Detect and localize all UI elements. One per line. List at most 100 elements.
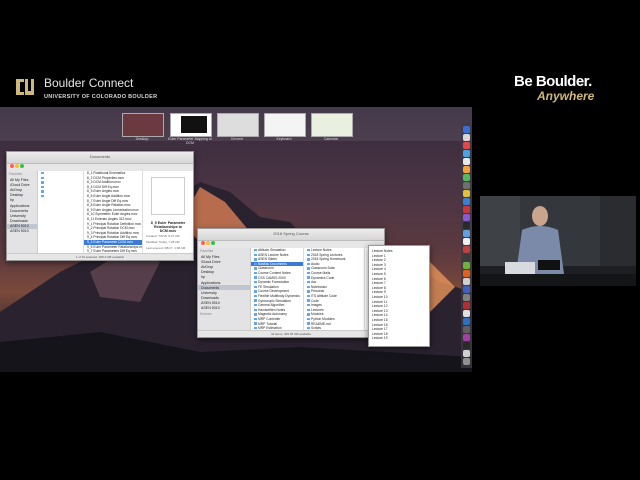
- folder-row-label: Classroom: [258, 266, 274, 271]
- folder-row-label: FE Simulation: [258, 284, 279, 289]
- finder-window-course[interactable]: 2018 Spring Course Favorites All My File…: [197, 228, 385, 338]
- dock-app-icon[interactable]: [463, 318, 470, 325]
- dock-app-icon[interactable]: [463, 270, 470, 277]
- folder-icon: [254, 276, 257, 279]
- finder-column-1[interactable]: [38, 171, 84, 254]
- file-row-label: Lecture 12: [372, 304, 388, 309]
- dock-app-icon[interactable]: [463, 126, 470, 133]
- dock-app-icon[interactable]: [463, 190, 470, 197]
- space-thumbnail[interactable]: [122, 113, 164, 137]
- folder-row-label: Images: [311, 303, 322, 308]
- file-row-label: Lecture 14: [372, 313, 388, 318]
- dock-app-icon[interactable]: [463, 142, 470, 149]
- folder-icon: [307, 248, 310, 252]
- dock-app-icon[interactable]: [463, 206, 470, 213]
- folder-icon: [307, 258, 310, 261]
- file-row[interactable]: [38, 194, 83, 199]
- file-row-label: 8_9 Euler Angles Linearization.mov: [87, 207, 139, 212]
- dock-app-icon[interactable]: [463, 302, 470, 309]
- folder-row-label: README.md: [311, 321, 331, 326]
- dock-app-icon[interactable]: [463, 262, 470, 269]
- dock-app-icon[interactable]: [463, 174, 470, 181]
- file-row-label: Lecture 17: [372, 327, 388, 332]
- dock-app-icon[interactable]: [463, 214, 470, 221]
- folder-row-label: doc: [311, 280, 317, 285]
- dock-app-icon[interactable]: [463, 182, 470, 189]
- file-row-label: Lecture 3: [372, 262, 386, 267]
- folder-row-label: Course Development: [258, 289, 289, 294]
- space-label: Chrome: [230, 137, 244, 141]
- file-row-label: 8_11 Eulerian Angles 312.mov: [87, 216, 132, 221]
- dock-app-icon[interactable]: [463, 222, 470, 229]
- dock-app-icon[interactable]: [463, 326, 470, 333]
- file-row-label: Lecture 4: [372, 267, 386, 272]
- dock-app-icon[interactable]: [463, 238, 470, 245]
- file-row-label: Lecture 1: [372, 253, 386, 258]
- folder-row-label: Attitude Simulation: [258, 248, 286, 252]
- file-row-label: 8_4 DCM Diff Eq.mov: [87, 184, 119, 189]
- file-row-label: Lecture 15: [372, 317, 388, 322]
- finder-column-2[interactable]: Lecture Notes 2018 Spring Lectures 2018 Sp…: [304, 248, 365, 331]
- file-preview-pane: 8_5 Euler Parameter Relationships to DCM…: [143, 171, 193, 254]
- file-row-label: Lecture 16: [372, 322, 388, 327]
- finder-window-partial[interactable]: Lecture Notes Lecture 1 Lecture 2 Lecture 3…: [368, 245, 430, 347]
- window-titlebar[interactable]: Documents: [7, 152, 193, 168]
- dock-app-icon[interactable]: [463, 350, 470, 357]
- dock-app-icon[interactable]: [463, 134, 470, 141]
- zoom-button[interactable]: [20, 164, 24, 168]
- finder-sidebar: Favorites All My Files iCloud Drive AirDro…: [7, 171, 38, 254]
- file-row-label: Lecture 18: [372, 331, 388, 336]
- folder-row-label: Personal: [311, 289, 325, 294]
- space-thumbnail[interactable]: [311, 113, 353, 137]
- folder-row-label: Handwritten Notes: [258, 307, 286, 312]
- file-row[interactable]: Lecture 19: [369, 336, 429, 341]
- dock-app-icon[interactable]: [463, 246, 470, 253]
- finder-column-2[interactable]: 8_1 Rotational Kinematics 8_2 DCM Propert…: [84, 171, 143, 254]
- dock-app-icon[interactable]: [463, 230, 470, 237]
- dock-app-icon[interactable]: [463, 278, 470, 285]
- folder-row-label: ASEN Slides: [258, 257, 277, 262]
- folder-row-label: Dynamic Formulation: [258, 280, 290, 285]
- folder-row-label: Lecture Notes: [311, 248, 332, 252]
- file-row-label: Lecture 19: [372, 336, 388, 341]
- minimize-button[interactable]: [15, 164, 19, 168]
- zoom-button[interactable]: [211, 241, 215, 245]
- folder-row-label: 2018 Spring Lectures: [311, 252, 343, 257]
- file-row-label: Lecture 8: [372, 285, 386, 290]
- space-thumbnail[interactable]: [217, 113, 259, 137]
- file-thumbnail: [151, 177, 185, 215]
- finder-window-documents[interactable]: Documents Favorites All My Files iCloud D…: [6, 151, 194, 261]
- window-titlebar[interactable]: 2018 Spring Course: [198, 229, 384, 245]
- dock-app-icon[interactable]: [463, 158, 470, 165]
- close-button[interactable]: [201, 241, 205, 245]
- space-thumbnail[interactable]: [264, 113, 306, 137]
- dock-app-icon[interactable]: [463, 150, 470, 157]
- folder-row-label: Course Mails: [311, 270, 331, 275]
- sidebar-section-devices: Devices: [200, 312, 212, 317]
- sidebar-item[interactable]: ASEN 5010: [7, 229, 37, 234]
- minimize-button[interactable]: [206, 241, 210, 245]
- finder-column-1[interactable]: Attitude Simulation ASEN Lecture Notes ASE…: [251, 248, 304, 331]
- folder-icon: [307, 271, 310, 275]
- dock-app-icon[interactable]: [463, 310, 470, 317]
- folder-row-label: CSS CAMSS 2000: [258, 275, 286, 280]
- dock-app-icon[interactable]: [463, 294, 470, 301]
- file-row-label: 8_2 DCM Properties.mov: [87, 175, 125, 180]
- close-button[interactable]: [10, 164, 14, 168]
- folder-icon: [307, 313, 310, 316]
- dock-app-icon[interactable]: [463, 342, 470, 349]
- file-row-label: 9_5 Euler Parameter DCM.mov: [87, 239, 133, 244]
- folder-row-label: Basilisk Documents: [258, 261, 287, 266]
- folder-row-label: Course Content Notes: [258, 270, 291, 275]
- tagline-line1: Be Boulder.: [514, 73, 592, 90]
- dock-app-icon[interactable]: [463, 334, 470, 341]
- folder-icon: [41, 176, 44, 179]
- dock-app-icon[interactable]: [463, 198, 470, 205]
- folder-icon: [254, 294, 257, 298]
- folder-icon: [307, 294, 310, 298]
- dock-app-icon[interactable]: [463, 286, 470, 293]
- dock-app-icon[interactable]: [463, 166, 470, 173]
- dock-app-icon[interactable]: [463, 358, 470, 365]
- space-thumbnail[interactable]: [170, 113, 212, 137]
- dock-app-icon[interactable]: [463, 254, 470, 261]
